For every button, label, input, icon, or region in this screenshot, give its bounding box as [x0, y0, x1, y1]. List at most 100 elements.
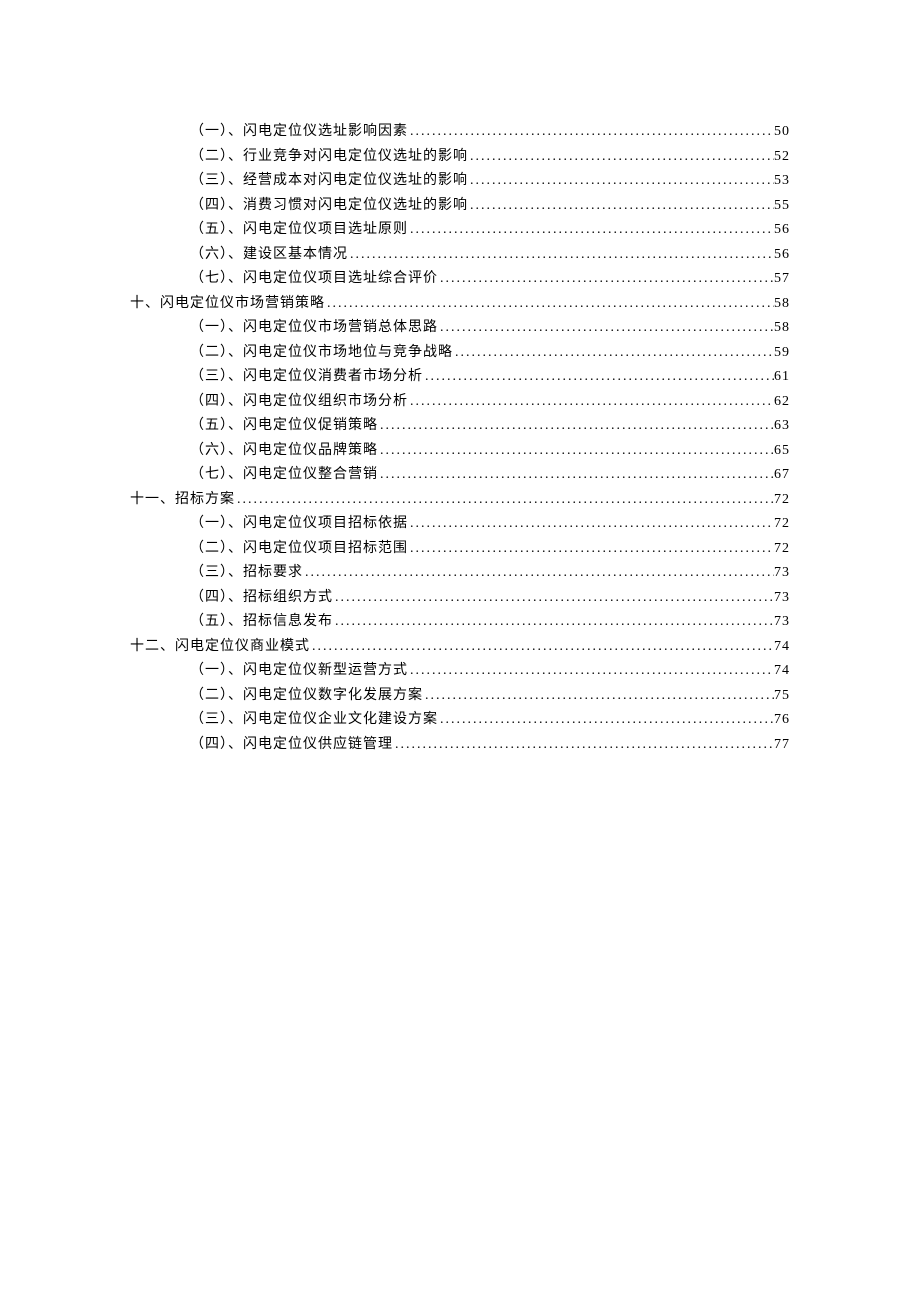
toc-leader-dots — [438, 267, 774, 292]
toc-entry: （一）、闪电定位仪项目招标依据 72 — [130, 512, 790, 537]
toc-entry-page: 56 — [774, 243, 790, 268]
toc-entry-page: 72 — [774, 512, 790, 537]
toc-entry-label: （一）、闪电定位仪市场营销总体思路 — [190, 316, 438, 341]
toc-entry-label: 十、闪电定位仪市场营销策略 — [130, 292, 325, 317]
toc-entry-label: （三）、经营成本对闪电定位仪选址的影响 — [190, 169, 468, 194]
toc-entry-page: 58 — [774, 316, 790, 341]
toc-entry: （七）、闪电定位仪整合营销 67 — [130, 463, 790, 488]
toc-entry: （二）、闪电定位仪数字化发展方案 75 — [130, 684, 790, 709]
table-of-contents: （一）、闪电定位仪选址影响因素50（二）、行业竞争对闪电定位仪选址的影响52（三… — [130, 120, 790, 757]
toc-entry: 十二、闪电定位仪商业模式 74 — [130, 635, 790, 660]
toc-entry-page: 74 — [774, 635, 790, 660]
toc-entry-label: （四）、招标组织方式 — [190, 586, 333, 611]
toc-leader-dots — [378, 414, 774, 439]
toc-leader-dots — [453, 341, 774, 366]
toc-entry: （四）、消费习惯对闪电定位仪选址的影响 55 — [130, 194, 790, 219]
toc-entry-label: （一）、闪电定位仪新型运营方式 — [190, 659, 408, 684]
toc-leader-dots — [348, 243, 774, 268]
toc-entry-label: （五）、闪电定位仪项目选址原则 — [190, 218, 408, 243]
toc-entry: （二）、行业竞争对闪电定位仪选址的影响52 — [130, 145, 790, 170]
toc-leader-dots — [438, 316, 774, 341]
toc-entry-label: （五）、招标信息发布 — [190, 610, 333, 635]
toc-entry: （三）、招标要求 73 — [130, 561, 790, 586]
toc-leader-dots — [408, 120, 774, 145]
toc-entry-label: （三）、闪电定位仪企业文化建设方案 — [190, 708, 438, 733]
toc-leader-dots — [393, 733, 774, 758]
toc-entry-page: 76 — [774, 708, 790, 733]
toc-leader-dots — [468, 194, 774, 219]
toc-entry: （一）、闪电定位仪新型运营方式 74 — [130, 659, 790, 684]
toc-entry-page: 53 — [774, 169, 790, 194]
toc-entry-label: （三）、招标要求 — [190, 561, 303, 586]
toc-entry-page: 55 — [774, 194, 790, 219]
toc-entry: （三）、闪电定位仪消费者市场分析 61 — [130, 365, 790, 390]
toc-entry-label: （二）、闪电定位仪市场地位与竞争战略 — [190, 341, 453, 366]
toc-leader-dots — [325, 292, 774, 317]
toc-entry: 十一、招标方案72 — [130, 488, 790, 513]
toc-leader-dots — [303, 561, 774, 586]
toc-entry-label: （四）、闪电定位仪供应链管理 — [190, 733, 393, 758]
toc-entry-page: 52 — [774, 145, 790, 170]
toc-leader-dots — [408, 659, 774, 684]
toc-leader-dots — [423, 365, 774, 390]
toc-entry-page: 65 — [774, 439, 790, 464]
toc-entry-page: 73 — [774, 610, 790, 635]
toc-entry-page: 72 — [774, 537, 790, 562]
toc-entry: （六）、建设区基本情况56 — [130, 243, 790, 268]
toc-entry-page: 59 — [774, 341, 790, 366]
toc-leader-dots — [408, 218, 774, 243]
toc-entry: （四）、招标组织方式 73 — [130, 586, 790, 611]
toc-entry: （一）、闪电定位仪选址影响因素50 — [130, 120, 790, 145]
toc-entry-label: （七）、闪电定位仪项目选址综合评价 — [190, 267, 438, 292]
toc-entry-label: （二）、闪电定位仪数字化发展方案 — [190, 684, 423, 709]
toc-entry: （四）、闪电定位仪组织市场分析 62 — [130, 390, 790, 415]
toc-entry-page: 57 — [774, 267, 790, 292]
toc-entry-page: 73 — [774, 586, 790, 611]
toc-leader-dots — [423, 684, 774, 709]
toc-entry-label: （七）、闪电定位仪整合营销 — [190, 463, 378, 488]
toc-entry-page: 62 — [774, 390, 790, 415]
toc-leader-dots — [378, 463, 774, 488]
toc-entry: （三）、经营成本对闪电定位仪选址的影响 53 — [130, 169, 790, 194]
toc-entry-page: 74 — [774, 659, 790, 684]
toc-entry-page: 77 — [774, 733, 790, 758]
toc-entry-page: 61 — [774, 365, 790, 390]
toc-entry: （五）、闪电定位仪项目选址原则 56 — [130, 218, 790, 243]
toc-leader-dots — [310, 635, 774, 660]
toc-entry-label: （四）、闪电定位仪组织市场分析 — [190, 390, 408, 415]
toc-entry: （五）、闪电定位仪促销策略 63 — [130, 414, 790, 439]
toc-entry: （五）、招标信息发布 73 — [130, 610, 790, 635]
toc-entry-label: （四）、消费习惯对闪电定位仪选址的影响 — [190, 194, 468, 219]
toc-entry-page: 58 — [774, 292, 790, 317]
toc-entry: （四）、闪电定位仪供应链管理 77 — [130, 733, 790, 758]
toc-leader-dots — [333, 610, 774, 635]
toc-leader-dots — [408, 537, 774, 562]
toc-entry-label: （五）、闪电定位仪促销策略 — [190, 414, 378, 439]
toc-entry-page: 50 — [774, 120, 790, 145]
toc-entry-label: （二）、闪电定位仪项目招标范围 — [190, 537, 408, 562]
toc-leader-dots — [468, 169, 774, 194]
toc-leader-dots — [235, 488, 774, 513]
toc-entry: （二）、闪电定位仪市场地位与竞争战略 59 — [130, 341, 790, 366]
toc-entry-label: 十一、招标方案 — [130, 488, 235, 513]
toc-leader-dots — [438, 708, 774, 733]
toc-entry-label: （三）、闪电定位仪消费者市场分析 — [190, 365, 423, 390]
toc-entry-label: （六）、闪电定位仪品牌策略 — [190, 439, 378, 464]
toc-leader-dots — [468, 145, 774, 170]
toc-entry-page: 56 — [774, 218, 790, 243]
toc-entry: （一）、闪电定位仪市场营销总体思路 58 — [130, 316, 790, 341]
toc-entry: （六）、闪电定位仪品牌策略 65 — [130, 439, 790, 464]
toc-entry-page: 75 — [774, 684, 790, 709]
toc-entry-label: 十二、闪电定位仪商业模式 — [130, 635, 310, 660]
toc-entry-page: 67 — [774, 463, 790, 488]
toc-leader-dots — [333, 586, 774, 611]
toc-entry: （二）、闪电定位仪项目招标范围 72 — [130, 537, 790, 562]
toc-leader-dots — [378, 439, 774, 464]
toc-entry: 十、闪电定位仪市场营销策略 58 — [130, 292, 790, 317]
toc-entry-label: （一）、闪电定位仪项目招标依据 — [190, 512, 408, 537]
toc-leader-dots — [408, 512, 774, 537]
toc-entry-page: 63 — [774, 414, 790, 439]
toc-leader-dots — [408, 390, 774, 415]
toc-entry: （三）、闪电定位仪企业文化建设方案 76 — [130, 708, 790, 733]
toc-entry-page: 73 — [774, 561, 790, 586]
